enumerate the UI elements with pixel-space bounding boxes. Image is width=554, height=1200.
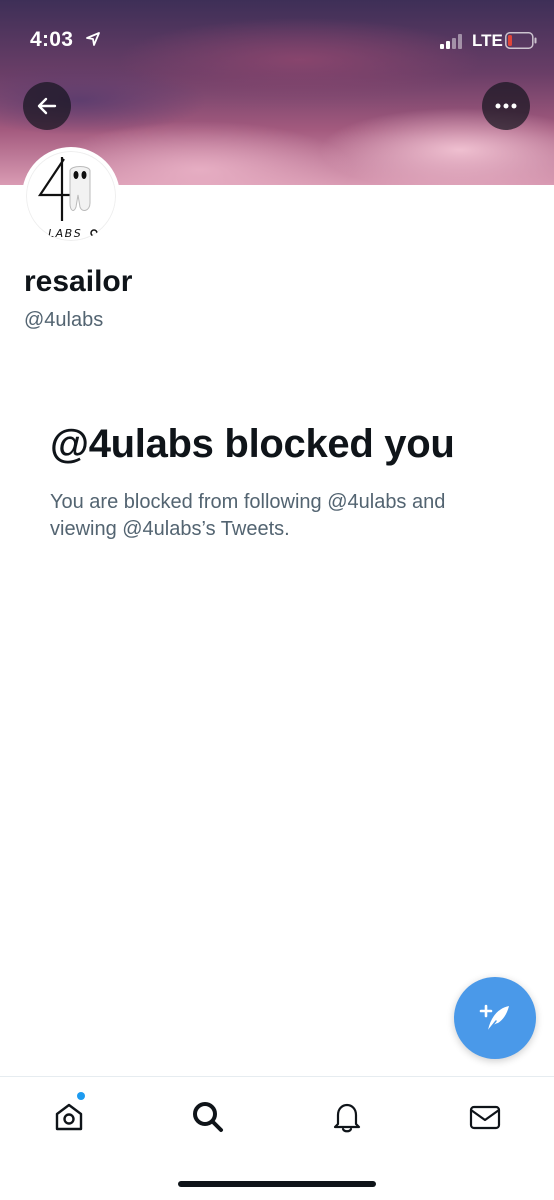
blocked-description: You are blocked from following @4ulabs a… <box>50 491 446 540</box>
arrow-left-icon <box>37 97 57 115</box>
compose-tweet-button[interactable] <box>454 977 536 1059</box>
compose-tweet-icon <box>479 1004 509 1032</box>
profile-avatar[interactable]: LABS <box>22 147 120 245</box>
more-options-button[interactable] <box>482 82 530 130</box>
battery-icon <box>505 32 537 49</box>
display-name: resailor <box>24 265 133 298</box>
svg-text:LABS: LABS <box>48 227 82 240</box>
ellipsis-icon <box>495 103 517 109</box>
envelope-icon <box>469 1105 501 1130</box>
tab-notifications[interactable] <box>327 1097 367 1137</box>
search-icon <box>193 1102 223 1132</box>
home-indicator[interactable] <box>178 1181 376 1187</box>
notification-dot <box>77 1092 85 1100</box>
tab-search[interactable] <box>188 1097 228 1137</box>
back-button[interactable] <box>23 82 71 130</box>
status-time: 4:03 <box>30 28 74 51</box>
home-icon <box>55 1103 83 1131</box>
signal-strength-icon <box>440 34 462 49</box>
location-arrow-icon <box>86 32 100 46</box>
avatar-logo: LABS <box>37 157 98 240</box>
network-type: LTE <box>472 31 503 50</box>
profile-handle: @4ulabs <box>24 309 104 331</box>
bell-icon <box>333 1103 361 1133</box>
status-bar: 4:03 LTE <box>0 0 554 80</box>
blocked-title: @4ulabs blocked you <box>50 422 455 466</box>
tab-messages[interactable] <box>465 1097 505 1137</box>
tab-home[interactable] <box>49 1092 89 1137</box>
